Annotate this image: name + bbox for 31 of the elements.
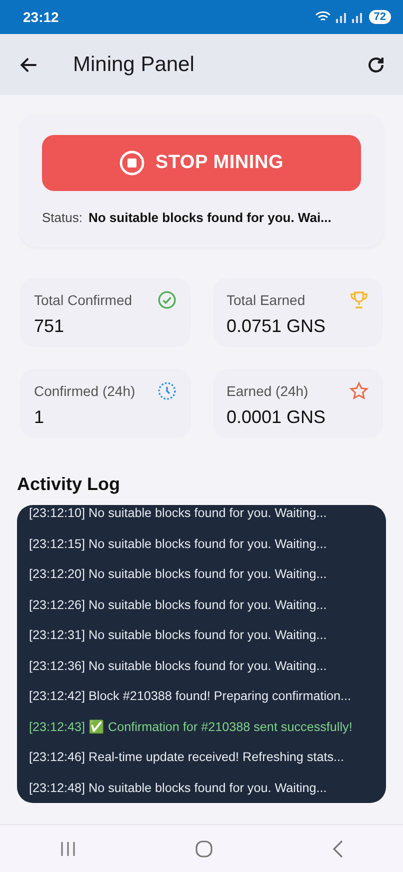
stop-mining-button[interactable]: STOP MINING bbox=[42, 135, 361, 191]
recents-icon[interactable] bbox=[59, 840, 78, 856]
clock-time: 23:12 bbox=[23, 9, 59, 25]
status-text: No suitable blocks found for you. Wai... bbox=[88, 210, 332, 225]
stat-label: Total Confirmed bbox=[34, 292, 132, 308]
signal-icon bbox=[334, 12, 365, 22]
stat-value: 1 bbox=[34, 407, 46, 428]
log-entry: [23:12:46] Real-time update received! Refreshing stats... bbox=[29, 749, 346, 766]
stat-label: Total Earned bbox=[226, 292, 306, 308]
status-label: Status: bbox=[42, 210, 82, 225]
log-entry: [23:12:42] Block #210388 found! Preparing confirmation... bbox=[29, 688, 352, 705]
stat-value: 0.0751 GNS bbox=[226, 316, 327, 337]
log-entry: [23:12:31] No suitable blocks found for you. Waiting... bbox=[29, 627, 328, 644]
log-entry: [23:12:48] No suitable blocks found for you. Waiting... bbox=[29, 780, 328, 797]
section-title: Activity Log bbox=[17, 474, 122, 495]
stat-value: 0.0001 GNS bbox=[226, 407, 327, 428]
log-entry: [23:12:26] No suitable blocks found for you. Waiting... bbox=[29, 596, 328, 614]
stat-label: Confirmed (24h) bbox=[34, 383, 136, 399]
log-entry: [23:12:20] No suitable blocks found for you. Waiting... bbox=[29, 566, 328, 583]
battery-level: 72 bbox=[368, 10, 391, 24]
log-entry: [23:12:43] ✅ Confirmation for #210388 sent successfully! bbox=[29, 718, 354, 736]
log-entry: [23:12:36] No suitable blocks found for you. Waiting... bbox=[29, 658, 328, 675]
stat-label: Earned (24h) bbox=[226, 383, 308, 399]
stop-icon bbox=[119, 150, 146, 176]
log-entry: [23:12:10] No suitable blocks found for you. Waiting... bbox=[29, 505, 328, 522]
back-icon[interactable] bbox=[332, 840, 344, 858]
wifi-icon bbox=[314, 11, 331, 23]
home-icon[interactable] bbox=[195, 840, 214, 858]
log-entry: [23:12:15] No suitable blocks found for you. Waiting... bbox=[29, 536, 328, 553]
stat-value: 751 bbox=[34, 316, 66, 337]
page-title: Mining Panel bbox=[73, 52, 196, 76]
